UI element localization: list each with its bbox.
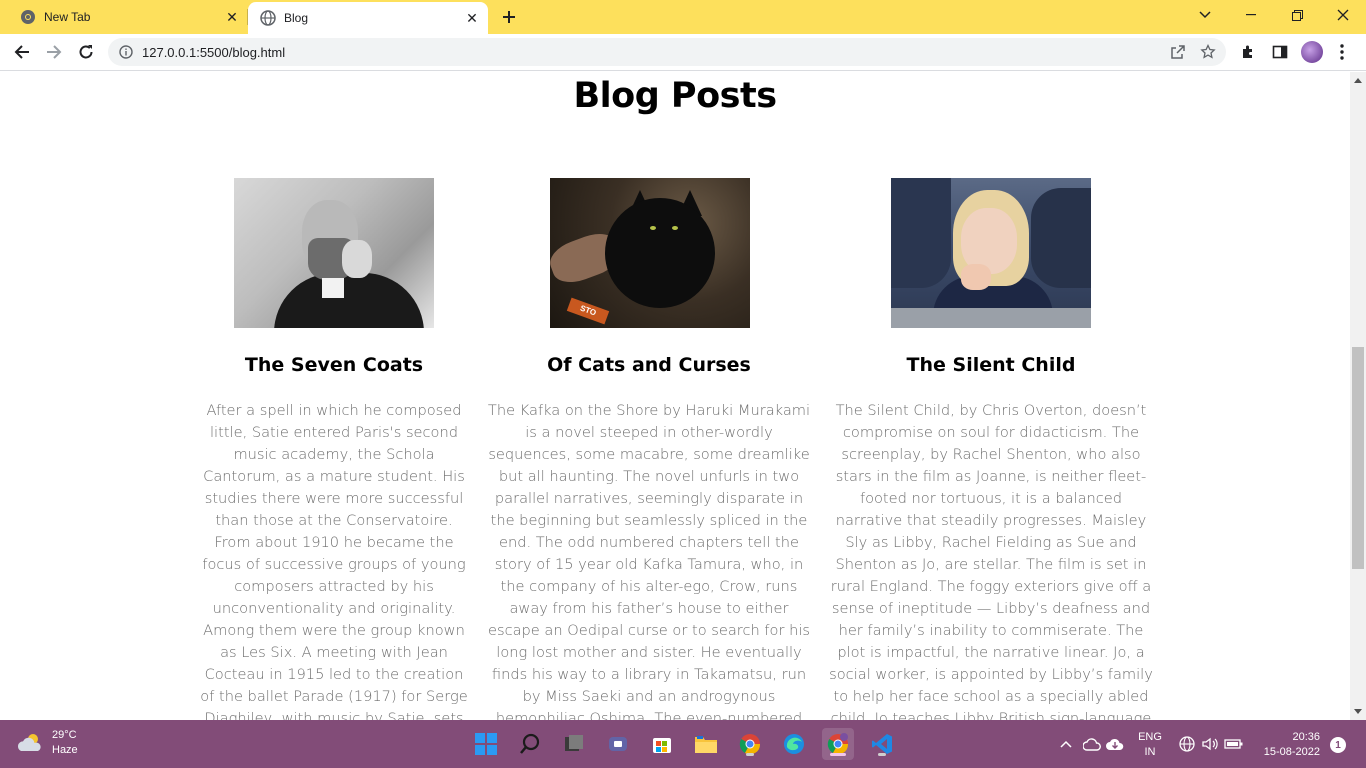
tab-title: Blog (284, 11, 309, 25)
vscode-icon[interactable] (866, 728, 898, 760)
show-hidden-icons-chevron-icon[interactable] (1056, 734, 1076, 754)
share-icon[interactable] (1166, 40, 1190, 64)
language-code: ENG (1138, 731, 1162, 743)
notification-badge[interactable]: 1 (1330, 737, 1346, 753)
tab-title: New Tab (44, 10, 91, 24)
post-image-child[interactable] (891, 178, 1091, 328)
post-body: The Kafka on the Shore by Haruki Murakam… (487, 402, 811, 720)
microsoft-store-icon[interactable] (646, 728, 678, 760)
minimize-icon[interactable] (1228, 0, 1274, 30)
file-explorer-folder-icon[interactable] (690, 728, 722, 760)
weather-widget[interactable]: 29°C Haze (16, 728, 78, 758)
scroll-down-arrow-icon[interactable] (1354, 709, 1362, 714)
page-viewport: Blog Posts The Seven Coats After a spell… (0, 72, 1350, 720)
running-indicator (878, 753, 886, 756)
close-tab-icon[interactable]: ✕ (464, 10, 480, 26)
clock[interactable]: 20:36 15-08-2022 (1252, 730, 1320, 760)
url-text[interactable]: 127.0.0.1:5500/blog.html (142, 45, 1166, 60)
clock-time: 20:36 (1292, 731, 1320, 743)
start-windows-icon[interactable] (470, 728, 502, 760)
forward-arrow-icon[interactable] (41, 39, 67, 65)
bookmark-star-icon[interactable] (1196, 40, 1220, 64)
profile-avatar[interactable] (1301, 41, 1323, 63)
active-indicator (830, 753, 846, 756)
back-arrow-icon[interactable] (9, 39, 35, 65)
extensions-puzzle-icon[interactable] (1237, 41, 1259, 63)
onedrive-cloud-icon[interactable] (1105, 734, 1125, 754)
post-title: The Silent Child (906, 354, 1076, 376)
windows-taskbar: 29°C Haze ENG IN 20:36 15-08-2022 1 (0, 720, 1366, 768)
haze-cloud-icon (16, 729, 44, 757)
post-image-satie[interactable] (234, 178, 434, 328)
page-title: Blog Posts (573, 76, 777, 116)
clock-date: 15-08-2022 (1263, 746, 1320, 758)
weather-cloud-tray-icon[interactable] (1082, 734, 1102, 754)
close-tab-icon[interactable]: ✕ (224, 9, 240, 25)
reload-icon[interactable] (73, 39, 99, 65)
photo-tag-text: STO (566, 297, 610, 325)
search-icon[interactable] (514, 728, 546, 760)
address-bar[interactable]: 127.0.0.1:5500/blog.html (108, 38, 1226, 66)
input-language[interactable]: ENG IN (1136, 730, 1164, 760)
post-image-cat[interactable]: STO (550, 178, 750, 328)
tab-new-tab[interactable]: New Tab ✕ (0, 0, 248, 34)
site-info-icon[interactable] (118, 44, 134, 60)
chrome-icon (20, 9, 36, 25)
restore-icon[interactable] (1274, 0, 1320, 30)
side-panel-icon[interactable] (1269, 41, 1291, 63)
post-title: Of Cats and Curses (547, 354, 751, 376)
region-code: IN (1144, 746, 1156, 758)
page-scrollbar[interactable] (1350, 72, 1366, 720)
volume-speaker-icon[interactable] (1200, 734, 1220, 754)
task-view-icon[interactable] (558, 728, 590, 760)
weather-temp: 29°C (52, 729, 77, 741)
tab-search-chevron-icon[interactable] (1182, 0, 1228, 30)
edge-browser-icon[interactable] (778, 728, 810, 760)
teams-chat-icon[interactable] (602, 728, 634, 760)
browser-toolbar: 127.0.0.1:5500/blog.html (0, 34, 1366, 71)
running-indicator (746, 753, 754, 756)
tab-blog[interactable]: Blog ✕ (248, 2, 488, 34)
battery-icon[interactable] (1224, 734, 1244, 754)
network-globe-icon[interactable] (1177, 734, 1197, 754)
tab-strip: New Tab ✕ Blog ✕ (0, 0, 1366, 34)
scroll-up-arrow-icon[interactable] (1354, 78, 1362, 83)
post-body: After a spell in which he composed littl… (200, 402, 468, 720)
new-tab-plus-icon[interactable] (498, 6, 520, 28)
globe-icon (260, 10, 276, 26)
close-window-icon[interactable] (1320, 0, 1366, 30)
chrome-app-icon[interactable] (734, 728, 766, 760)
post-title: The Seven Coats (244, 354, 424, 376)
chrome-menu-icon[interactable] (1331, 41, 1353, 63)
post-body: The Silent Child, by Chris Overton, does… (829, 402, 1153, 720)
chrome-profile-app-icon[interactable] (822, 728, 854, 760)
scrollbar-thumb[interactable] (1352, 347, 1364, 569)
weather-desc: Haze (52, 744, 78, 756)
